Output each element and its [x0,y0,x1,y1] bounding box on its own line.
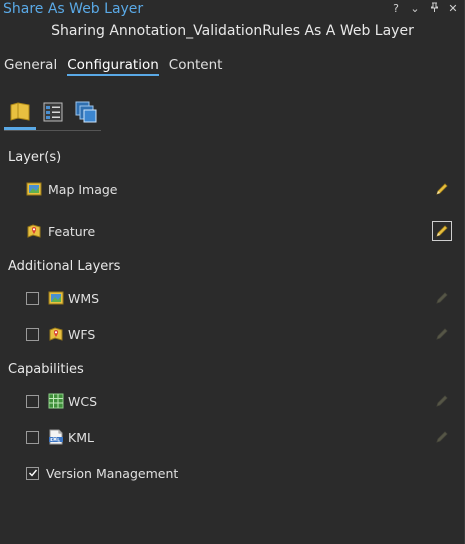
kml-icon [48,429,64,445]
section-additional-layers-heading: Additional Layers [8,259,121,274]
edit-pencil-icon[interactable] [432,179,452,199]
wfs-icon [48,326,64,342]
capability-row-kml: KML [0,425,465,449]
wcs-label: WCS [68,393,98,409]
capability-row-version-management: Version Management [0,461,465,485]
wcs-icon [48,393,64,409]
edit-pencil-icon[interactable] [432,288,452,308]
properties-list-icon[interactable] [37,95,69,129]
layer-label: Feature [48,223,96,239]
capability-row-wcs: WCS [0,389,465,413]
additional-row-wms: WMS [0,286,465,310]
pane-controls: ? ⌄ ✕ [390,2,459,17]
additional-row-wfs: WFS [0,322,465,346]
tab-content[interactable]: Content [169,57,223,76]
pane-titlebar: Share As Web Layer ? ⌄ ✕ [0,0,465,20]
section-layers-heading: Layer(s) [8,150,62,165]
wms-label: WMS [68,290,100,306]
wms-checkbox[interactable] [26,291,39,305]
close-icon[interactable]: ✕ [447,2,459,17]
checkmark-icon [28,469,37,477]
edit-pencil-icon[interactable] [432,391,452,411]
section-capabilities-heading: Capabilities [8,362,84,377]
edit-pencil-icon[interactable] [432,427,452,447]
version-management-label: Version Management [46,465,179,481]
tab-bar: General Configuration Content [4,57,232,76]
layer-row-feature: Feature [0,219,465,243]
kml-label: KML [68,429,94,445]
stacked-pages-icon[interactable] [70,95,102,129]
tab-general[interactable]: General [4,57,57,76]
wfs-label: WFS [68,326,96,342]
kml-checkbox[interactable] [26,430,39,444]
help-icon[interactable]: ? [390,2,402,17]
layer-row-map-image: Map Image [0,177,465,201]
edit-pencil-icon[interactable] [432,221,452,241]
share-as-web-layer-pane: Share As Web Layer ? ⌄ ✕ Sharing Annotat… [0,0,465,544]
wms-icon [48,290,64,306]
wcs-checkbox[interactable] [26,394,39,408]
edit-pencil-icon[interactable] [432,324,452,344]
feature-icon [26,223,42,239]
version-management-checkbox[interactable] [26,466,39,480]
tab-configuration[interactable]: Configuration [67,57,159,76]
sharing-subtitle: Sharing Annotation_ValidationRules As A … [51,23,414,39]
layer-label: Map Image [48,181,118,197]
pin-icon[interactable] [428,2,440,17]
chevron-down-icon[interactable]: ⌄ [409,2,421,17]
wfs-checkbox[interactable] [26,327,39,341]
map-image-icon [26,181,42,197]
pane-title: Share As Web Layer [3,1,144,17]
layers-folder-icon[interactable] [4,95,36,130]
configuration-icon-bar [4,95,101,131]
